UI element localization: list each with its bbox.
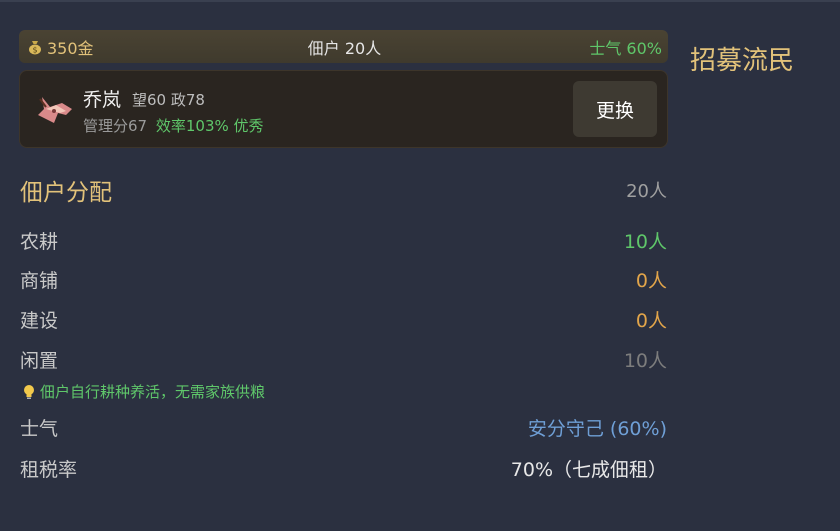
shop-label: 商铺 — [20, 270, 59, 292]
swap-manager-button[interactable]: 更换 — [573, 81, 657, 137]
gold-amount: 350金 — [47, 38, 94, 58]
idle-value: 10人 — [623, 350, 667, 372]
recruit-refugees-title[interactable]: 招募流民 — [690, 40, 794, 77]
tax-rate-label: 租税率 — [20, 459, 78, 481]
allocation-total: 20人 — [626, 181, 667, 202]
construction-label: 建设 — [20, 310, 59, 332]
morale-label: 士气 — [20, 418, 59, 440]
gold-stat: $ 350金 — [27, 35, 227, 59]
morale-stat: 士气 60% — [589, 38, 662, 58]
manager-portrait — [38, 97, 72, 123]
allocation-title: 佃户分配 — [20, 180, 112, 206]
construction-value[interactable]: 0人 — [636, 306, 667, 333]
manager-efficiency: 效率103% 优秀 — [155, 117, 264, 135]
shop-value[interactable]: 0人 — [636, 266, 667, 293]
idle-label: 闲置 — [20, 350, 59, 372]
manager-attributes: 望60 政78 — [132, 91, 205, 109]
farming-label: 农耕 — [20, 231, 59, 253]
tax-rate-value[interactable]: 70%（七成佃租） — [511, 455, 667, 482]
manager-card: 乔岚 望60 政78 管理分67 效率103% 优秀 更换 — [19, 70, 668, 148]
svg-text:$: $ — [32, 45, 37, 54]
manager-score: 管理分67 — [83, 117, 148, 135]
hint-message: 佃户自行耕种养活，无需家族供粮 — [40, 383, 266, 401]
stats-bar: $ 350金 佃户 20人 士气 60% — [19, 30, 668, 63]
farming-value[interactable]: 10人 — [624, 227, 667, 254]
hint-text: 佃户自行耕种养活，无需家族供粮 — [22, 381, 265, 402]
morale-value: 安分守己 (60%) — [527, 418, 667, 440]
lightbulb-icon — [24, 384, 34, 399]
top-divider — [0, 0, 840, 2]
manager-stats: 管理分67 效率103% 优秀 — [83, 115, 264, 136]
tenant-count: 佃户 20人 — [307, 38, 382, 58]
manager-name: 乔岚 — [83, 89, 122, 111]
moneybag-icon: $ — [29, 40, 41, 54]
